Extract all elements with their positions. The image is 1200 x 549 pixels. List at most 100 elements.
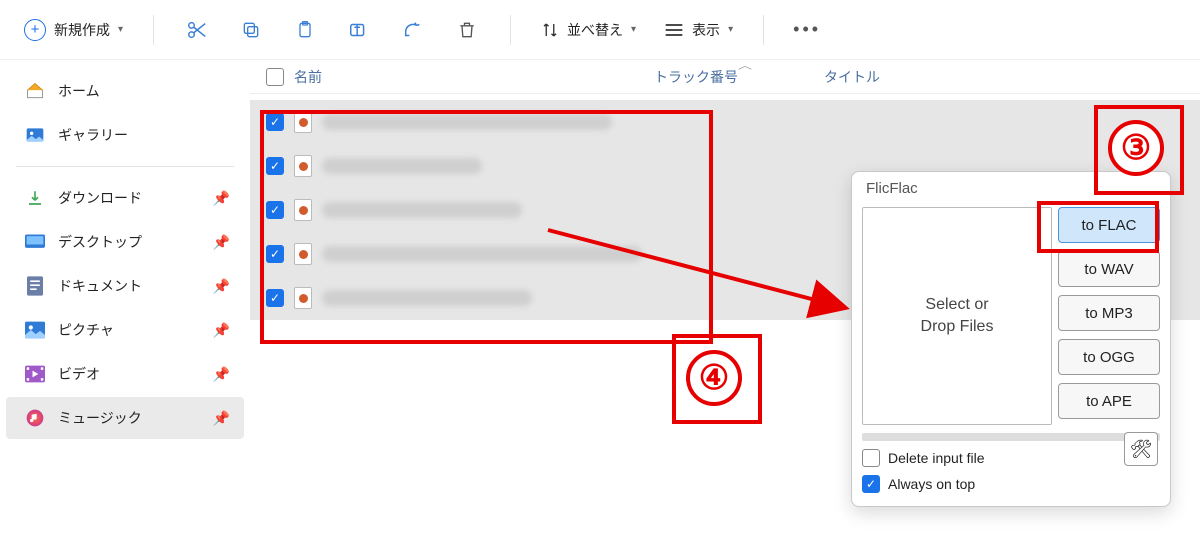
more-icon: •••	[793, 19, 821, 40]
copy-icon	[241, 20, 261, 40]
tools-icon: 🛠	[1130, 439, 1153, 460]
separator	[153, 15, 154, 45]
sidebar-item-label: ダウンロード	[58, 188, 142, 208]
chevron-down-icon: ▾	[118, 24, 123, 35]
progress-bar	[862, 433, 1160, 441]
home-icon	[24, 80, 46, 102]
sidebar-item-label: ミュージック	[58, 408, 142, 428]
desktop-icon	[24, 231, 46, 253]
sidebar: ホーム ギャラリー ダウンロード 📌 デスクトップ 📌	[0, 60, 250, 549]
pin-icon: 📌	[213, 322, 230, 339]
file-name-redacted	[322, 158, 482, 174]
always-on-top-checkbox[interactable]: ✓	[862, 475, 880, 493]
to-ape-button[interactable]: to APE	[1058, 383, 1160, 419]
select-all-checkbox[interactable]	[266, 68, 284, 86]
rename-button[interactable]	[336, 7, 382, 53]
sidebar-downloads[interactable]: ダウンロード 📌	[6, 177, 244, 219]
audio-file-icon	[294, 243, 312, 265]
sidebar-item-label: ビデオ	[58, 364, 100, 384]
sort-icon	[541, 21, 559, 39]
sidebar-music[interactable]: ミュージック 📌	[6, 397, 244, 439]
separator	[763, 15, 764, 45]
share-button[interactable]	[390, 7, 436, 53]
file-name-redacted	[322, 202, 522, 218]
row-checkbox[interactable]: ✓	[266, 289, 284, 307]
row-checkbox[interactable]: ✓	[266, 245, 284, 263]
sidebar-pictures[interactable]: ピクチャ 📌	[6, 309, 244, 351]
drop-line1: Select or	[925, 294, 988, 316]
resize-handle-icon: ︿	[738, 57, 752, 72]
separator	[510, 15, 511, 45]
sidebar-home[interactable]: ホーム	[6, 70, 244, 112]
paste-button[interactable]	[282, 7, 328, 53]
to-ogg-button[interactable]: to OGG	[1058, 339, 1160, 375]
drop-line2: Drop Files	[921, 316, 994, 338]
plus-circle-icon: +	[24, 19, 46, 41]
new-button[interactable]: + 新規作成 ▾	[14, 13, 133, 47]
sidebar-item-label: ホーム	[58, 81, 100, 101]
sort-label: 並べ替え	[567, 20, 623, 40]
view-button[interactable]: 表示 ▾	[654, 7, 743, 53]
col-name[interactable]: 名前	[294, 67, 654, 87]
delete-input-label: Delete input file	[888, 450, 985, 466]
drop-zone[interactable]: Select or Drop Files	[862, 207, 1052, 425]
clipboard-icon	[295, 19, 315, 41]
chevron-down-icon: ▾	[631, 24, 636, 35]
sidebar-videos[interactable]: ビデオ 📌	[6, 353, 244, 395]
audio-file-icon	[294, 111, 312, 133]
download-icon	[24, 187, 46, 209]
sidebar-documents[interactable]: ドキュメント 📌	[6, 265, 244, 307]
settings-button[interactable]: 🛠	[1124, 432, 1158, 466]
sidebar-item-label: ピクチャ	[58, 320, 114, 340]
sidebar-item-label: デスクトップ	[58, 232, 142, 252]
scissors-icon	[186, 19, 208, 41]
pin-icon: 📌	[213, 410, 230, 427]
pin-icon: 📌	[213, 234, 230, 251]
cut-button[interactable]	[174, 7, 220, 53]
share-icon	[402, 19, 424, 41]
flicflac-window[interactable]: FlicFlac Select or Drop Files to FLAC to…	[851, 171, 1171, 507]
to-flac-button[interactable]: to FLAC	[1058, 207, 1160, 243]
flicflac-title: FlicFlac	[852, 172, 1170, 201]
pin-icon: 📌	[213, 190, 230, 207]
audio-file-icon	[294, 287, 312, 309]
file-name-redacted	[322, 114, 612, 130]
list-view-icon	[664, 22, 684, 38]
file-name-redacted	[322, 246, 642, 262]
col-title[interactable]: タイトル	[824, 67, 944, 87]
file-name-redacted	[322, 290, 532, 306]
always-on-top-label: Always on top	[888, 476, 975, 492]
pin-icon: 📌	[213, 278, 230, 295]
file-row[interactable]: ✓	[250, 100, 1200, 144]
column-header: ︿ 名前 トラック番号 タイトル	[250, 60, 1200, 94]
sidebar-item-label: ギャラリー	[58, 125, 128, 145]
row-checkbox[interactable]: ✓	[266, 201, 284, 219]
toolbar: + 新規作成 ▾ 並べ替え ▾ 表示 ▾ •••	[0, 0, 1200, 60]
new-label: 新規作成	[54, 20, 110, 40]
trash-icon	[457, 19, 477, 41]
video-icon	[24, 363, 46, 385]
sidebar-gallery[interactable]: ギャラリー	[6, 114, 244, 156]
sidebar-desktop[interactable]: デスクトップ 📌	[6, 221, 244, 263]
music-icon	[24, 407, 46, 429]
row-checkbox[interactable]: ✓	[266, 113, 284, 131]
gallery-icon	[24, 124, 46, 146]
divider	[16, 166, 234, 167]
copy-button[interactable]	[228, 7, 274, 53]
chevron-down-icon: ▾	[728, 24, 733, 35]
to-wav-button[interactable]: to WAV	[1058, 251, 1160, 287]
rename-icon	[348, 19, 370, 41]
audio-file-icon	[294, 155, 312, 177]
to-mp3-button[interactable]: to MP3	[1058, 295, 1160, 331]
document-icon	[24, 275, 46, 297]
sort-button[interactable]: 並べ替え ▾	[531, 7, 646, 53]
pictures-icon	[24, 319, 46, 341]
delete-input-checkbox[interactable]	[862, 449, 880, 467]
pin-icon: 📌	[213, 366, 230, 383]
more-button[interactable]: •••	[784, 7, 830, 53]
sidebar-item-label: ドキュメント	[58, 276, 142, 296]
row-checkbox[interactable]: ✓	[266, 157, 284, 175]
delete-button[interactable]	[444, 7, 490, 53]
audio-file-icon	[294, 199, 312, 221]
view-label: 表示	[692, 20, 720, 40]
